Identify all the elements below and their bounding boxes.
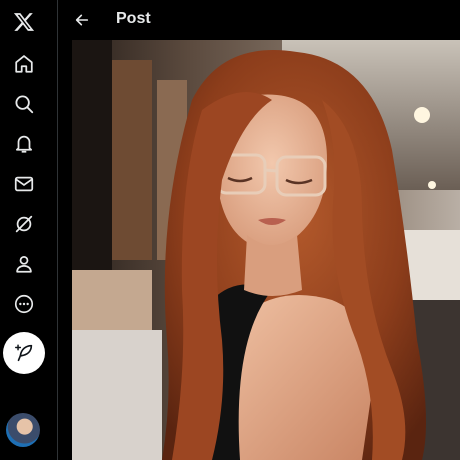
person-icon — [16, 255, 32, 273]
sidebar-item-profile[interactable] — [4, 244, 44, 284]
compose-post-button[interactable] — [3, 332, 45, 374]
photo-woman-red-hair — [72, 40, 460, 460]
back-button[interactable] — [68, 6, 96, 34]
arrow-left-icon — [75, 14, 89, 26]
avatar[interactable] — [6, 413, 40, 447]
sidebar-item-grok[interactable] — [4, 204, 44, 244]
post-header: Post — [58, 0, 460, 40]
sidebar-nav — [0, 0, 58, 460]
x-logo-link[interactable] — [4, 2, 44, 42]
feather-plus-icon — [15, 344, 33, 362]
bell-icon — [15, 135, 33, 153]
sidebar-item-more[interactable] — [4, 284, 44, 324]
grok-icon — [15, 215, 33, 233]
post-media-photo[interactable] — [72, 40, 460, 460]
sidebar-item-explore[interactable] — [4, 84, 44, 124]
search-icon — [15, 95, 34, 114]
sidebar-item-messages[interactable] — [4, 164, 44, 204]
x-logo-icon — [13, 13, 35, 31]
page-title: Post — [116, 10, 151, 27]
more-circle-icon — [14, 294, 34, 314]
envelope-icon — [14, 176, 34, 192]
sidebar-item-notifications[interactable] — [4, 124, 44, 164]
sidebar-item-home[interactable] — [4, 44, 44, 84]
home-icon — [15, 55, 33, 73]
